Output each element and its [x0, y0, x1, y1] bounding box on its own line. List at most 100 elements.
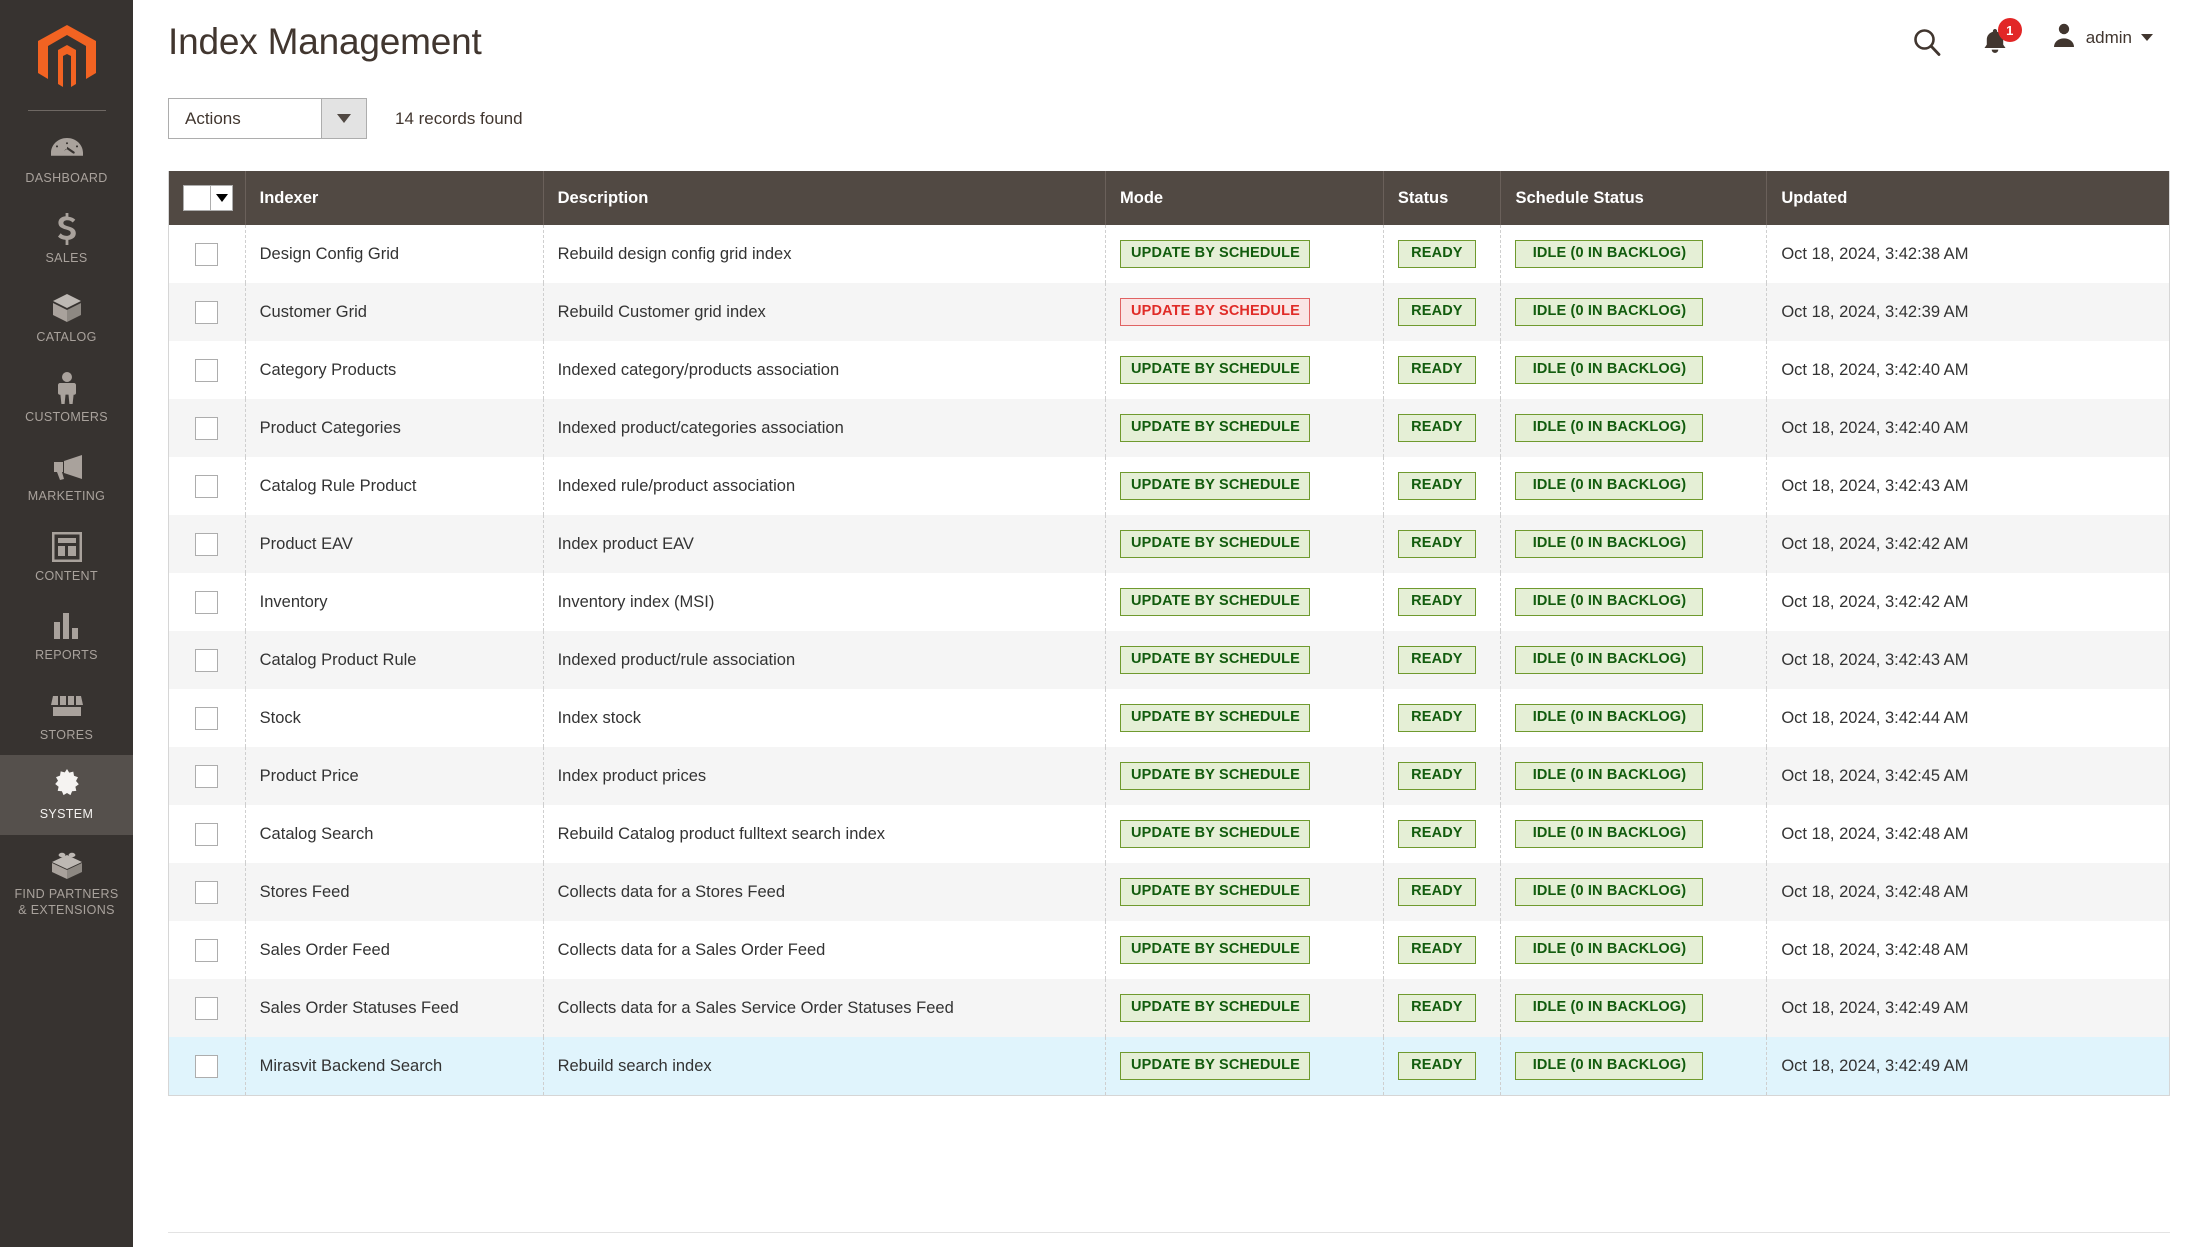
actions-select-value: Actions: [185, 108, 241, 128]
sidebar-item-customers[interactable]: Customers: [0, 358, 133, 438]
sidebar-item-dashboard[interactable]: Dashboard: [0, 119, 133, 199]
mode-cell: UPDATE BY SCHEDULE: [1105, 921, 1384, 979]
table-row[interactable]: Catalog Product Rule Indexed product/rule…: [169, 631, 2169, 689]
actions-select[interactable]: Actions: [168, 98, 367, 139]
grid-header: Indexer Description Mode Status Schedule…: [169, 171, 2169, 225]
schedule-status-badge: IDLE (0 IN BACKLOG): [1515, 297, 1704, 327]
status-cell: READY: [1383, 1037, 1502, 1095]
sidebar-item-marketing[interactable]: Marketing: [0, 437, 133, 517]
notifications-button[interactable]: 1: [1975, 18, 2022, 62]
status-cell: READY: [1383, 747, 1502, 805]
chevron-down-icon: [321, 99, 366, 138]
mass-select-checkbox-dropdown[interactable]: [183, 185, 233, 211]
row-checkbox[interactable]: [195, 532, 219, 556]
schedule-status-cell: IDLE (0 IN BACKLOG): [1500, 689, 1768, 747]
description-cell: Indexed rule/product association: [543, 457, 1107, 515]
indexer-name-cell: Product Price: [245, 747, 544, 805]
table-row[interactable]: Mirasvit Backend Search Rebuild search in…: [169, 1037, 2169, 1095]
gear-icon: [51, 769, 83, 801]
sidebar-divider: [27, 110, 106, 111]
indexer-name-cell: Design Config Grid: [245, 225, 544, 283]
mode-cell: UPDATE BY SCHEDULE: [1105, 747, 1384, 805]
column-header-description[interactable]: Description: [543, 171, 1107, 225]
updated-cell: Oct 18, 2024, 3:42:40 AM: [1766, 399, 2169, 457]
user-menu[interactable]: admin: [2051, 22, 2153, 53]
status-badge: READY: [1397, 587, 1476, 617]
schedule-status-badge: IDLE (0 IN BACKLOG): [1515, 761, 1704, 791]
row-checkbox[interactable]: [195, 416, 219, 440]
description-cell: Indexed product/rule association: [543, 631, 1107, 689]
magento-logo[interactable]: [0, 18, 133, 96]
status-badge: READY: [1397, 703, 1476, 733]
table-row[interactable]: Sales Order Statuses Feed Collects data f…: [169, 979, 2169, 1037]
column-header-mode[interactable]: Mode: [1105, 171, 1384, 225]
sidebar-item-catalog[interactable]: Catalog: [0, 278, 133, 358]
mode-badge: UPDATE BY SCHEDULE: [1120, 297, 1311, 327]
row-checkbox[interactable]: [195, 300, 219, 324]
row-select-cell: [169, 747, 246, 805]
column-header-schedule-status[interactable]: Schedule Status: [1500, 171, 1768, 225]
status-badge: READY: [1397, 877, 1476, 907]
row-select-cell: [169, 863, 246, 921]
sidebar-item-content[interactable]: Content: [0, 517, 133, 597]
table-row[interactable]: Inventory Inventory index (MSI) UPDATE BY …: [169, 573, 2169, 631]
table-row[interactable]: Customer Grid Rebuild Customer grid index…: [169, 283, 2169, 341]
column-header-indexer[interactable]: Indexer: [245, 171, 544, 225]
row-checkbox[interactable]: [195, 474, 219, 498]
row-checkbox[interactable]: [195, 590, 219, 614]
row-checkbox[interactable]: [195, 938, 219, 962]
mode-badge: UPDATE BY SCHEDULE: [1120, 703, 1311, 733]
sidebar-item-stores[interactable]: Stores: [0, 676, 133, 756]
table-row[interactable]: Product Categories Indexed product/catego…: [169, 399, 2169, 457]
row-checkbox[interactable]: [195, 648, 219, 672]
updated-cell: Oct 18, 2024, 3:42:39 AM: [1766, 283, 2169, 341]
mode-cell: UPDATE BY SCHEDULE: [1105, 805, 1384, 863]
index-grid: Indexer Description Mode Status Schedule…: [169, 171, 2169, 1095]
schedule-status-badge: IDLE (0 IN BACKLOG): [1515, 1051, 1704, 1081]
column-header-updated[interactable]: Updated: [1766, 171, 2169, 225]
chevron-down-icon[interactable]: [210, 186, 232, 210]
row-checkbox[interactable]: [195, 358, 219, 382]
mode-cell: UPDATE BY SCHEDULE: [1105, 631, 1384, 689]
row-checkbox[interactable]: [195, 706, 219, 730]
table-row[interactable]: Sales Order Feed Collects data for a Sale…: [169, 921, 2169, 979]
table-row[interactable]: Stock Index stock UPDATE BY SCHEDULE READY I…: [169, 689, 2169, 747]
search-icon[interactable]: [1907, 22, 1947, 62]
status-cell: READY: [1383, 979, 1502, 1037]
row-checkbox[interactable]: [195, 242, 219, 266]
schedule-status-cell: IDLE (0 IN BACKLOG): [1500, 341, 1768, 399]
table-row[interactable]: Stores Feed Collects data for a Stores Fe…: [169, 863, 2169, 921]
indexer-name-cell: Catalog Search: [245, 805, 544, 863]
box-icon: [51, 292, 83, 324]
row-checkbox[interactable]: [195, 822, 219, 846]
sidebar-item-find-partners-extensions[interactable]: Find Partners & Extensions: [0, 835, 133, 931]
status-cell: READY: [1383, 225, 1502, 283]
sidebar-item-system[interactable]: System: [0, 755, 133, 835]
page-title: Index Management: [168, 21, 482, 62]
row-checkbox[interactable]: [195, 996, 219, 1020]
user-avatar-icon: [2051, 22, 2077, 53]
schedule-status-cell: IDLE (0 IN BACKLOG): [1500, 631, 1768, 689]
schedule-status-badge: IDLE (0 IN BACKLOG): [1515, 877, 1704, 907]
user-name: admin: [2085, 27, 2132, 47]
column-header-status[interactable]: Status: [1383, 171, 1502, 225]
row-checkbox[interactable]: [195, 1054, 219, 1078]
status-badge: READY: [1397, 239, 1476, 269]
row-checkbox[interactable]: [195, 764, 219, 788]
table-row[interactable]: Design Config Grid Rebuild design config …: [169, 225, 2169, 283]
schedule-status-cell: IDLE (0 IN BACKLOG): [1500, 805, 1768, 863]
table-row[interactable]: Catalog Rule Product Indexed rule/product…: [169, 457, 2169, 515]
table-row[interactable]: Catalog Search Rebuild Catalog product fu…: [169, 805, 2169, 863]
description-cell: Collects data for a Sales Order Feed: [543, 921, 1107, 979]
row-checkbox[interactable]: [195, 880, 219, 904]
notification-count-badge: 1: [1997, 18, 2022, 42]
select-all-checkbox[interactable]: [184, 186, 210, 210]
mode-badge: UPDATE BY SCHEDULE: [1120, 993, 1311, 1023]
table-row[interactable]: Product Price Index product prices UPDATE …: [169, 747, 2169, 805]
sidebar-item-reports[interactable]: Reports: [0, 596, 133, 676]
status-badge: READY: [1397, 761, 1476, 791]
table-row[interactable]: Category Products Indexed category/produc…: [169, 341, 2169, 399]
table-row[interactable]: Product EAV Index product EAV UPDATE BY SC…: [169, 515, 2169, 573]
admin-sidebar: Dashboard Sales Catalog Customers Market: [0, 0, 133, 1247]
sidebar-item-sales[interactable]: Sales: [0, 199, 133, 279]
